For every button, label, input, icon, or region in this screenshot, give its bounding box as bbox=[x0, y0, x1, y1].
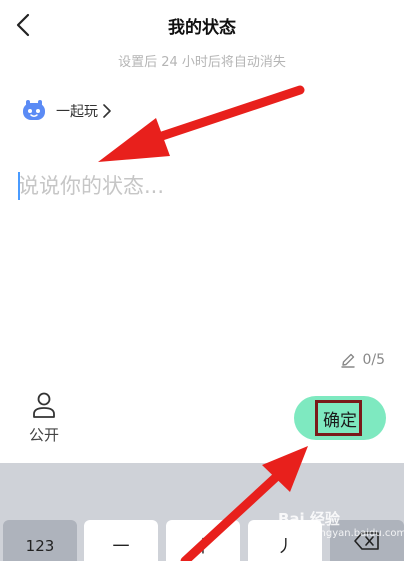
delete-key[interactable] bbox=[330, 520, 404, 561]
key-123[interactable]: 123 bbox=[3, 520, 77, 561]
privacy-label: 公开 bbox=[28, 426, 59, 444]
char-counter: 0/5 bbox=[340, 352, 385, 368]
char-counter-text: 0/5 bbox=[362, 352, 385, 368]
activity-label: 一起玩 bbox=[56, 104, 98, 120]
status-input[interactable] bbox=[18, 170, 388, 202]
activity-selector[interactable]: 一起玩 bbox=[22, 98, 112, 124]
chevron-right-icon bbox=[103, 104, 111, 118]
person-icon bbox=[33, 392, 55, 418]
pencil-icon bbox=[341, 353, 356, 368]
key-stroke-vertical[interactable]: 丨 bbox=[166, 520, 240, 561]
watermark-brand: Bai 经验 bbox=[278, 510, 340, 528]
game-controller-icon bbox=[23, 100, 45, 120]
keyboard: 123 一 丨 丿 bbox=[0, 463, 404, 561]
header: 我的状态 bbox=[0, 0, 404, 50]
key-stroke-horizontal[interactable]: 一 bbox=[84, 520, 158, 561]
privacy-toggle[interactable]: 公开 bbox=[24, 392, 64, 445]
confirm-label: 确定 bbox=[323, 410, 357, 431]
page-subtitle: 设置后 24 小时后将自动消失 bbox=[118, 55, 286, 70]
watermark-url: jingyan.baidu.com bbox=[314, 528, 404, 539]
page-title: 我的状态 bbox=[168, 18, 236, 38]
text-caret bbox=[18, 172, 20, 200]
arrow-to-input bbox=[98, 85, 305, 162]
confirm-button[interactable]: 确定 bbox=[294, 396, 386, 440]
